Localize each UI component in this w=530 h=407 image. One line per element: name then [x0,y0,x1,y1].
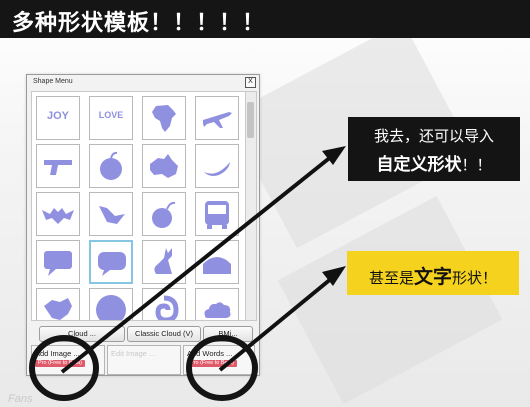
shape-tile-airplane[interactable] [195,96,239,140]
bus-icon [205,201,229,229]
love-text-shape: LOVE [98,110,124,120]
add-image-label: Add Image ... [35,349,80,358]
window-title: Shape Menu [33,78,73,85]
shape-tile-shape[interactable] [195,240,239,284]
callout-custom-line1: 我去，还可以导入 [373,127,494,145]
shape-tile-swirl[interactable] [142,288,186,320]
gun-icon [44,160,72,175]
classic-cloud-button[interactable]: Classic Cloud (V) [127,326,201,342]
shape-tile-china-map[interactable] [36,288,80,320]
shape-tile-bat[interactable] [36,192,80,236]
joy-text-shape: JOY [46,110,69,122]
header-bar: 多种形状模板！！！！！ [0,0,530,38]
circle-icon [96,295,126,320]
callout-custom-shape: 我去，还可以导入 自定义形状！！ [348,117,520,181]
shape-tile-cat[interactable] [142,240,186,284]
banana-icon [204,162,230,176]
callout-custom-bold: 自定义形状 [376,155,462,175]
add-image-panel[interactable]: Add Image ... Pro (Free to Beta) [31,345,105,375]
shape-tile-apple[interactable] [89,144,133,188]
cloud-icon [204,302,231,318]
shape-tile-africa[interactable] [142,96,186,140]
callout-custom-tail: ！！ [461,156,492,174]
pro-badge: Pro (Free to Beta) [35,360,86,367]
edit-image-panel[interactable]: Edit Image ... [107,345,181,375]
callout-text-prefix: 甚至是 [368,269,414,287]
add-words-label: Add Words ... [187,349,233,358]
shape-tile-love[interactable]: LOVE [89,96,133,140]
bomb-icon [152,201,176,228]
shape-tile-bomb[interactable] [142,192,186,236]
callout-text-bold: 文字 [413,266,452,288]
shape-tile-circle[interactable] [89,288,133,320]
shape-tile-banana[interactable] [195,144,239,188]
blank-shape-button[interactable]: BMi... [203,326,253,342]
add-words-panel[interactable]: Add Words ... Pro (Free to Beta) [183,345,255,375]
callout-custom-line2: 自定义形状！！ [348,150,520,175]
close-button[interactable]: X [245,77,256,88]
shape-tile-bird[interactable] [89,192,133,236]
scrollbar-thumb[interactable] [247,102,254,138]
bird-icon [99,206,125,224]
vertical-scrollbar[interactable] [245,91,257,321]
australia-icon [150,154,178,178]
shape-tile-cloud[interactable] [195,288,239,320]
apple-icon [100,151,122,180]
shape-tile-speech-bubble[interactable] [36,240,80,284]
header-title: 多种形状模板！！！！！ [12,11,266,36]
speech-bubble-icon [44,251,72,276]
china-map-icon [44,298,72,320]
pro-badge: Pro (Free to Beta) [187,360,238,367]
cloud-button[interactable]: Cloud ... [39,326,125,342]
callout-text-shape: 甚至是文字形状！ [347,251,519,295]
shape-tile-gun[interactable] [36,144,80,188]
watermark: Fans [8,393,33,405]
callout-text-line: 甚至是文字形状！ [347,262,519,289]
edit-image-label: Edit Image ... [111,349,156,358]
shape-tile-australia[interactable] [142,144,186,188]
swirl-icon [155,295,179,320]
shape-grid: JOY LOVE [31,91,247,321]
shape-tile-bus[interactable] [195,192,239,236]
airplane-icon [203,112,232,128]
shape-tile-speech-bubble-selected[interactable] [89,240,133,284]
shape-menu-window: Shape Menu X JOY LOVE Cloud ... Classic … [26,74,260,376]
shape-icon [203,257,231,274]
cat-icon [154,248,172,274]
bat-icon [42,208,74,224]
callout-text-suffix: 形状！ [452,269,498,287]
speech-bubble-icon [98,252,126,276]
shape-tile-joy[interactable]: JOY [36,96,80,140]
africa-icon [152,105,176,132]
